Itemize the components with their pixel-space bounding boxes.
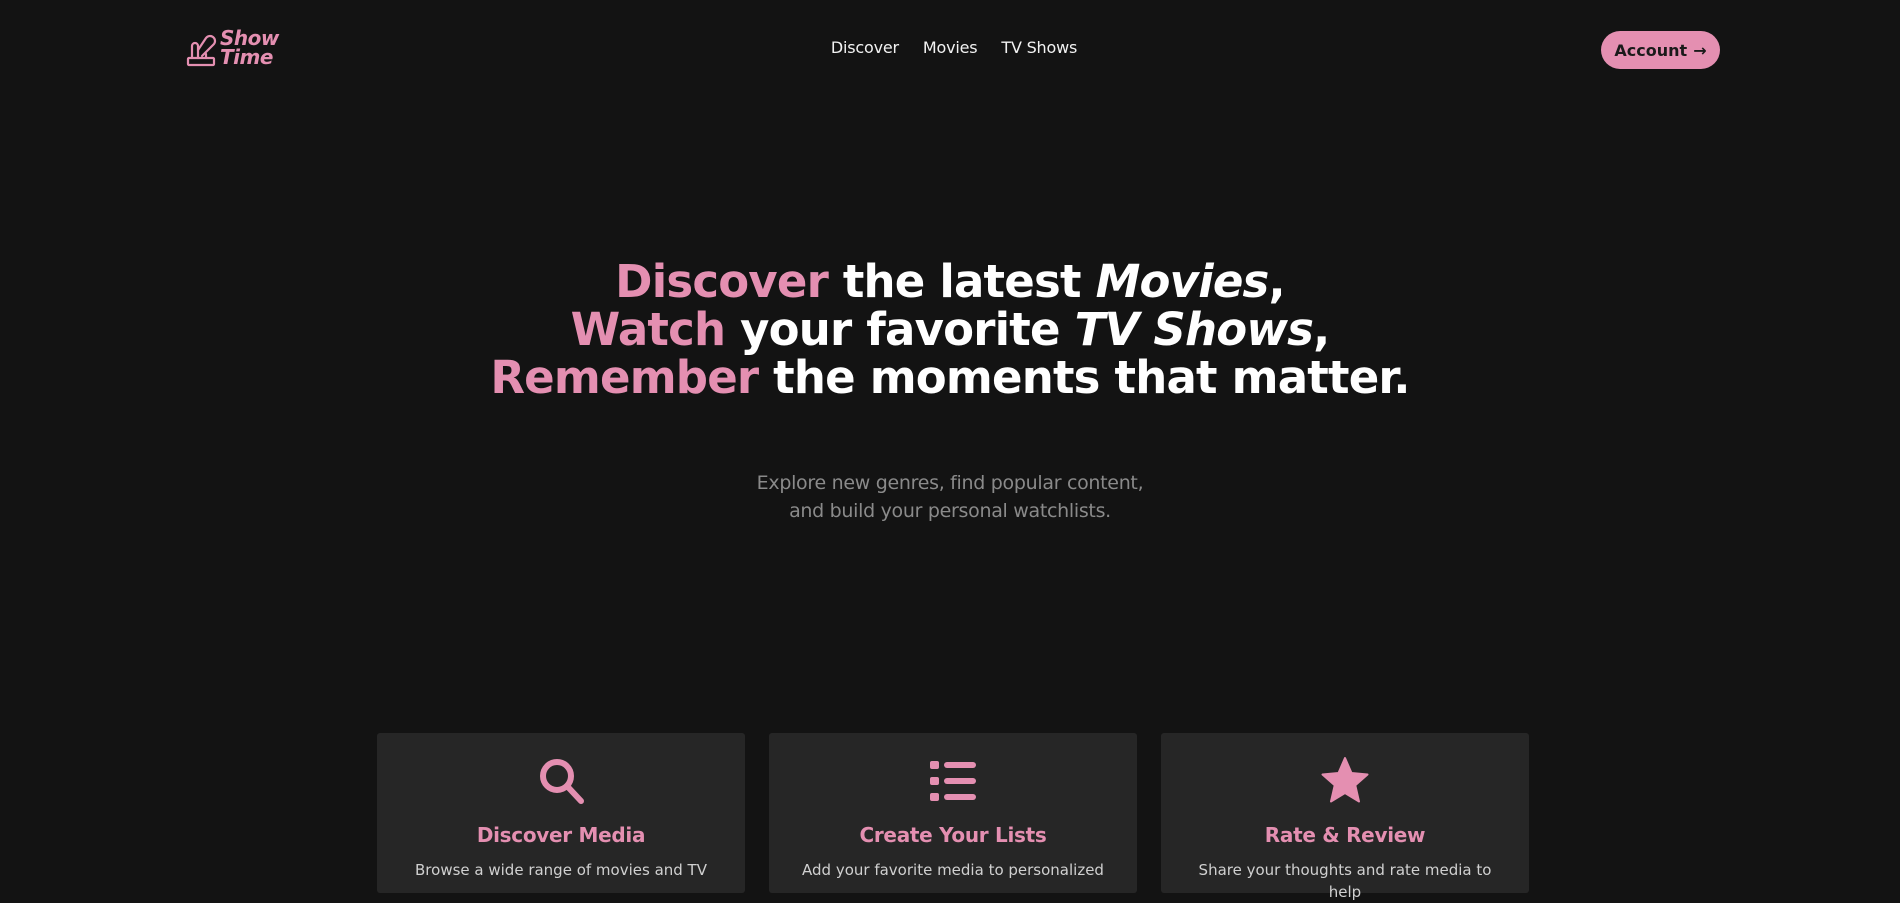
account-button-label: Account <box>1614 40 1688 60</box>
nav-item-tv-shows[interactable]: TV Shows <box>1001 38 1077 57</box>
feature-description: Share your thoughts and rate media to he… <box>1198 861 1492 901</box>
hero-accent-remember: Remember <box>490 351 759 404</box>
feature-description: Browse a wide range of movies and TV <box>415 861 707 879</box>
hero-accent-watch: Watch <box>570 303 726 356</box>
hero-end-2: , <box>1313 303 1330 356</box>
nav-item-discover[interactable]: Discover <box>831 38 899 57</box>
hero-line-2: Watch your favorite TV Shows, <box>0 306 1900 354</box>
hero-text-2: your favorite <box>725 303 1075 356</box>
hero-line-1: Discover the latest Movies, <box>0 258 1900 306</box>
hero-headline: Discover the latest Movies, Watch your f… <box>0 258 1900 402</box>
hero-subtitle: Explore new genres, find popular content… <box>0 469 1900 525</box>
feature-card-lists: Create Your Lists Add your favorite medi… <box>769 733 1137 893</box>
list-icon <box>930 761 976 801</box>
hero-line-3: Remember the moments that matter. <box>0 354 1900 402</box>
account-button[interactable]: Account → <box>1601 31 1720 69</box>
search-icon <box>540 759 584 804</box>
arrow-right-icon: → <box>1693 40 1707 60</box>
hero-end-1: , <box>1268 255 1286 308</box>
hero-accent-discover: Discover <box>615 255 829 308</box>
hero-text-3: the moments that matter. <box>758 351 1410 404</box>
star-icon <box>1321 757 1369 803</box>
hero-text-1: the latest <box>827 255 1096 308</box>
feature-title: Create Your Lists <box>859 823 1047 847</box>
feature-title: Rate & Review <box>1264 823 1426 847</box>
nav-item-movies[interactable]: Movies <box>923 38 978 57</box>
subtitle-line-2: and build your personal watchlists. <box>789 500 1111 522</box>
feature-description: Add your favorite media to personalized <box>802 861 1104 879</box>
feature-card-rate: Rate & Review Share your thoughts and ra… <box>1161 733 1529 901</box>
site-header: Show Time Discover Movies TV Shows Accou… <box>0 0 1900 100</box>
hero-italic-movies: Movies <box>1095 255 1270 308</box>
feature-card-discover: Discover Media Browse a wide range of mo… <box>377 733 745 893</box>
hero-italic-tv-shows: TV Shows <box>1074 303 1314 356</box>
feature-cards: Discover Media Browse a wide range of mo… <box>377 733 1529 901</box>
feature-title: Discover Media <box>476 823 646 847</box>
subtitle-line-1: Explore new genres, find popular content… <box>756 472 1144 494</box>
